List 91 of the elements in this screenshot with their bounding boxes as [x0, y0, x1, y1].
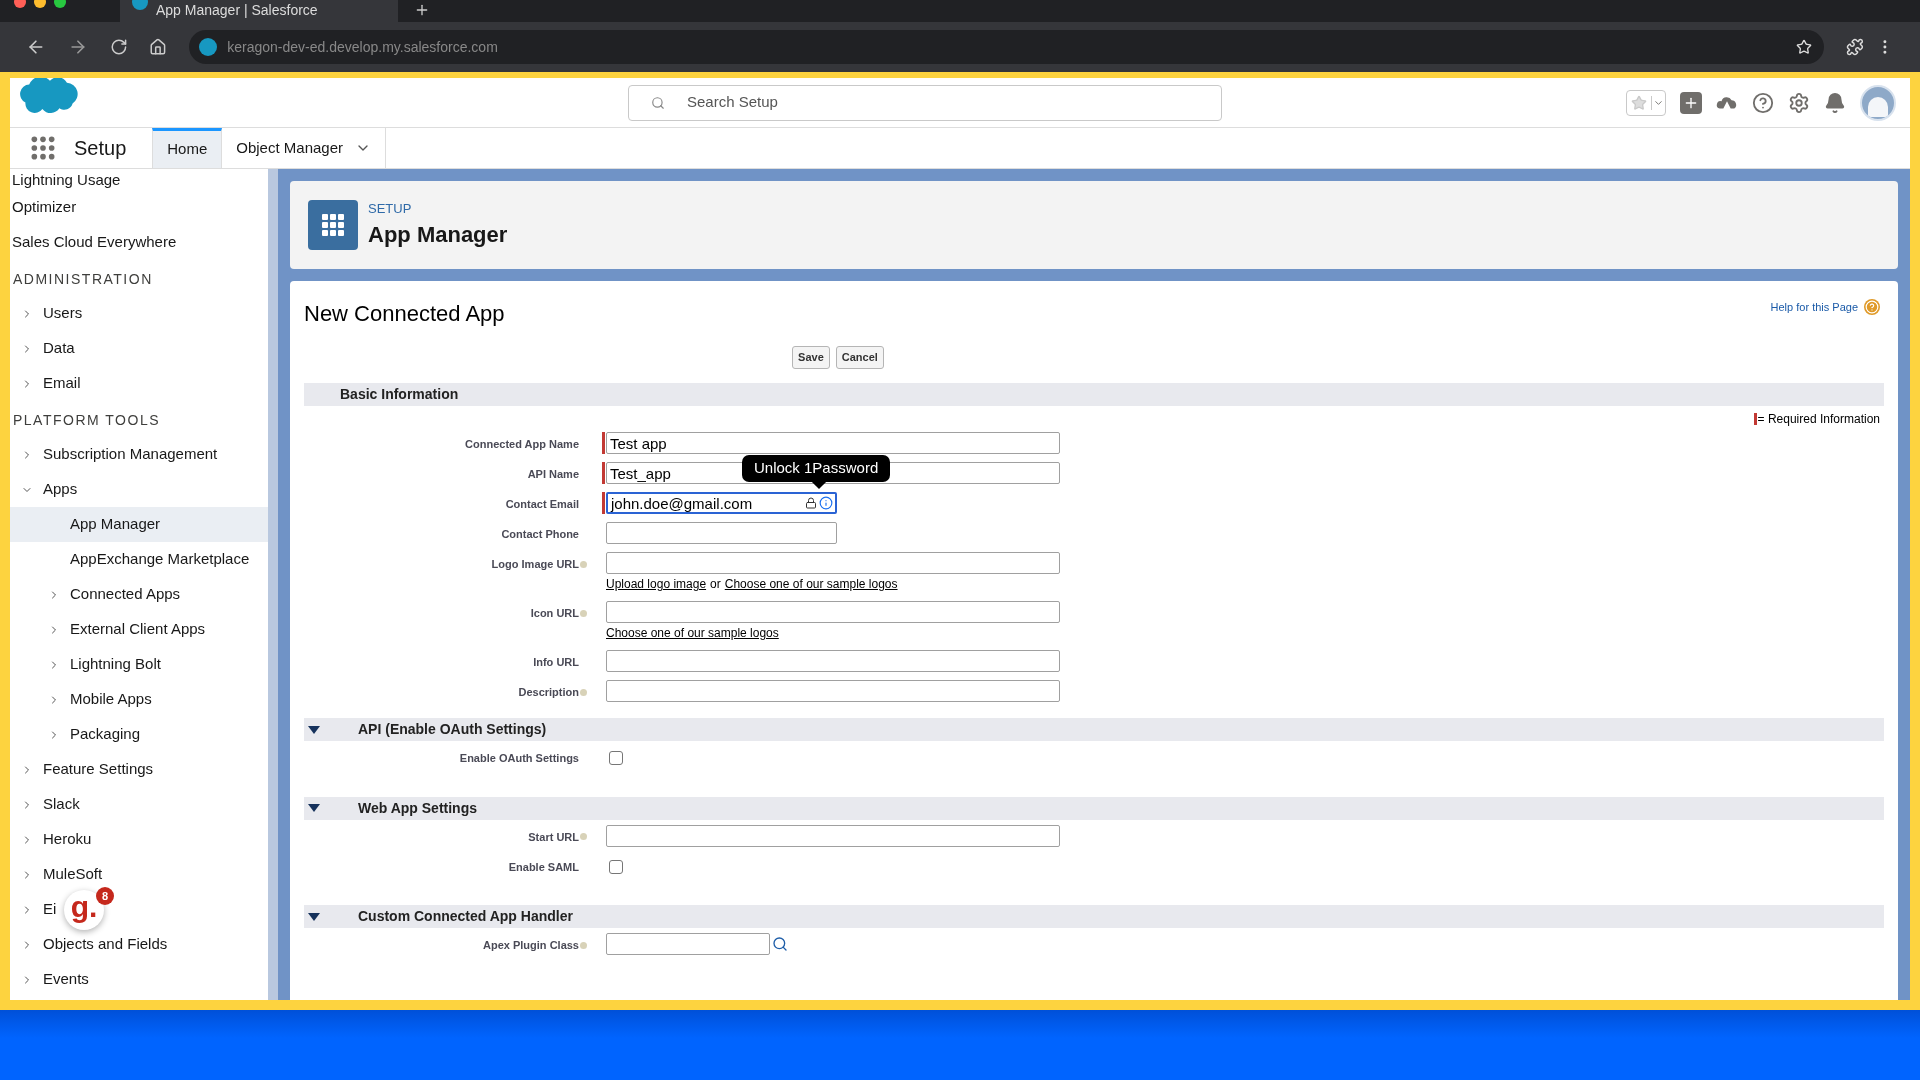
input-field[interactable]: [606, 601, 1060, 623]
input-field[interactable]: [606, 650, 1060, 672]
password-manager-icon[interactable]: [819, 496, 833, 510]
help-icon[interactable]: [1752, 91, 1774, 114]
star-icon[interactable]: [1631, 94, 1647, 111]
triangle-down-icon[interactable]: [308, 725, 320, 734]
field-label: Info URL: [533, 655, 579, 670]
form-title: New Connected App: [304, 300, 505, 328]
sidebar-item[interactable]: Mobile Apps: [10, 682, 156, 717]
search-icon: [651, 95, 665, 110]
sidebar-item[interactable]: Apps: [10, 472, 82, 507]
address-bar[interactable]: keragon-dev-ed.develop.my.salesforce.com: [189, 30, 1825, 64]
field-label: Description: [518, 685, 579, 700]
sidebar-item[interactable]: Connected Apps: [10, 577, 185, 612]
sidebar-item[interactable]: Events: [10, 962, 93, 997]
input-field[interactable]: [606, 552, 1060, 574]
checkbox[interactable]: [609, 859, 623, 874]
checkbox[interactable]: [609, 751, 623, 765]
sidebar-item[interactable]: Users: [10, 296, 87, 331]
page-eyebrow: SETUP: [368, 199, 413, 218]
notification-count: 8: [96, 887, 114, 905]
app-launcher-icon[interactable]: [30, 135, 56, 161]
text-link[interactable]: Upload logo image: [606, 575, 707, 593]
browser-tab[interactable]: App Manager | Salesforce: [120, 0, 398, 22]
add-icon[interactable]: [1680, 91, 1702, 114]
search-field[interactable]: Search Setup: [628, 84, 1222, 121]
new-tab-icon[interactable]: [414, 2, 430, 18]
sidebar-item[interactable]: External Client Apps: [10, 612, 210, 647]
text-link[interactable]: Choose one of our sample logos: [606, 624, 779, 642]
page-title: App Manager: [368, 221, 508, 250]
section-header[interactable]: Custom Connected App Handler: [304, 905, 1884, 928]
field-label: Connected App Name: [465, 437, 579, 452]
nav-tab[interactable]: Object Manager: [222, 128, 386, 168]
sidebar-item[interactable]: App Manager: [10, 507, 268, 542]
input-field[interactable]: [606, 824, 1060, 847]
sidebar-item[interactable]: Subscription Management: [10, 437, 222, 472]
input-field[interactable]: [606, 933, 770, 955]
input-field[interactable]: john.doe@gmail.com: [606, 492, 837, 514]
sidebar-item[interactable]: Lightning Bolt: [10, 647, 165, 682]
sidebar-item[interactable]: AppExchange Marketplace: [10, 542, 254, 577]
avatar[interactable]: [1860, 84, 1896, 121]
sidebar-item[interactable]: Objects and Fields: [10, 927, 172, 962]
field-label: Logo Image URL: [491, 557, 579, 572]
field-label: API Name: [527, 467, 579, 482]
sidebar-item[interactable]: Feature Settings: [10, 752, 158, 787]
required-marker: [1753, 413, 1757, 425]
field-label: Contact Email: [505, 497, 579, 512]
section-header: Basic Information: [304, 383, 1884, 406]
sidebar-heading: PLATFORM TOOLS: [13, 411, 161, 430]
section-header[interactable]: API (Enable OAuth Settings): [304, 718, 1884, 741]
sidebar-item[interactable]: Lightning Usage: [10, 169, 125, 190]
sidebar-item[interactable]: Data: [10, 331, 79, 366]
required-legend: = Required Information: [1757, 410, 1880, 428]
field-label: Contact Phone: [501, 527, 579, 542]
sidebar-item[interactable]: Ei: [10, 892, 61, 927]
field-label: Apex Plugin Class: [483, 938, 579, 953]
field-label: Icon URL: [530, 606, 579, 621]
sidebar-item[interactable]: Slack: [10, 787, 84, 822]
sidebar-item[interactable]: Heroku: [10, 822, 96, 857]
home-icon[interactable]: [149, 38, 168, 56]
text-link[interactable]: Choose one of our sample logos: [724, 575, 898, 593]
sidebar-item[interactable]: Sales Cloud Everywhere: [10, 225, 181, 260]
field-label: Enable SAML: [508, 859, 579, 875]
section-header[interactable]: Web App Settings: [304, 796, 1884, 820]
input-field[interactable]: Test app: [606, 432, 1060, 454]
lock-icon[interactable]: [805, 497, 817, 509]
puzzle-icon[interactable]: [1846, 38, 1865, 56]
bookmark-star-icon[interactable]: [1796, 39, 1813, 55]
triangle-down-icon[interactable]: [308, 804, 320, 812]
link-separator: or: [710, 576, 721, 593]
app-name: Setup: [74, 136, 127, 161]
notifications-icon[interactable]: [1824, 91, 1846, 114]
nav-tab[interactable]: Home: [152, 128, 223, 168]
input-field[interactable]: [606, 522, 837, 544]
favorites-button[interactable]: [1626, 89, 1666, 116]
help-link[interactable]: Help for this Page: [1770, 299, 1858, 316]
sidebar-item[interactable]: Optimizer: [10, 190, 81, 225]
field-label: Enable OAuth Settings: [459, 751, 579, 766]
settings-icon[interactable]: [1788, 91, 1810, 114]
lookup-icon[interactable]: [772, 936, 788, 952]
field-label: Start URL: [528, 829, 579, 845]
input-field[interactable]: [606, 680, 1060, 702]
form-button[interactable]: Cancel: [835, 346, 884, 369]
sidebar-item[interactable]: Packaging: [10, 717, 145, 752]
help-icon[interactable]: [1864, 299, 1880, 316]
form-button[interactable]: Save: [792, 346, 830, 369]
sidebar-item[interactable]: Email: [10, 366, 85, 401]
triangle-down-icon[interactable]: [308, 912, 320, 921]
sidebar-heading: ADMINISTRATION: [13, 270, 153, 289]
reload-icon[interactable]: [109, 38, 128, 56]
app-grid-icon: [308, 200, 358, 250]
